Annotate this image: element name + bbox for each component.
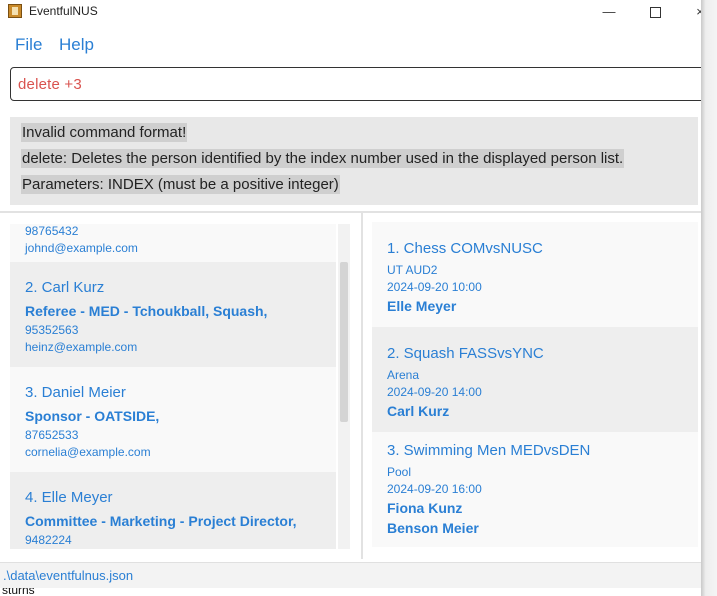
- person-role: Referee - MED - Tchoukball, Squash,: [25, 303, 268, 319]
- event-participant: Benson Meier: [387, 520, 479, 536]
- event-name: 1. Chess COMvsNUSC: [387, 240, 543, 257]
- event-name: 3. Swimming Men MEDvsDEN: [387, 442, 591, 459]
- event-datetime: 2024-09-20 16:00: [387, 482, 482, 496]
- person-list-scrollbar-thumb[interactable]: [340, 262, 348, 422]
- close-button[interactable]: ×: [680, 2, 701, 22]
- person-card[interactable]: 4. Elle Meyer Committee - Marketing - Pr…: [10, 472, 336, 549]
- title-bar: EventfulNUS — ×: [0, 0, 701, 24]
- result-line: Invalid command format!: [21, 123, 188, 142]
- command-input[interactable]: delete +3: [10, 67, 701, 101]
- person-email: cornelia@example.com: [25, 445, 151, 459]
- result-display: Invalid command format! delete: Deletes …: [10, 117, 698, 205]
- event-card[interactable]: 1. Chess COMvsNUSC UT AUD2 2024-09-20 10…: [372, 222, 698, 327]
- event-venue: Pool: [387, 465, 412, 479]
- horizontal-divider: [0, 211, 701, 213]
- window-edge-shadow: [701, 0, 717, 596]
- minimize-button[interactable]: —: [589, 2, 629, 22]
- person-card[interactable]: 2. Carl Kurz Referee - MED - Tchoukball,…: [10, 262, 336, 367]
- window-title: EventfulNUS: [29, 4, 98, 18]
- event-list: 1. Chess COMvsNUSC UT AUD2 2024-09-20 10…: [372, 222, 698, 547]
- event-venue: Arena: [387, 368, 420, 382]
- person-phone: 95352563: [25, 323, 79, 337]
- person-list: 98765432 johnd@example.com 2. Carl Kurz …: [10, 224, 336, 549]
- command-input-value: delete +3: [18, 76, 82, 93]
- person-name: 4. Elle Meyer: [25, 489, 113, 506]
- person-phone: 87652533: [25, 428, 79, 442]
- event-card[interactable]: 3. Swimming Men MEDvsDEN Pool 2024-09-20…: [372, 432, 698, 547]
- event-name: 2. Squash FASSvsYNC: [387, 345, 544, 362]
- result-line: delete: Deletes the person identified by…: [21, 149, 625, 168]
- person-email: johnd@example.com: [25, 241, 138, 255]
- menu-help[interactable]: Help: [59, 35, 94, 55]
- person-card[interactable]: 98765432 johnd@example.com: [10, 224, 336, 262]
- person-role: Committee - Marketing - Project Director…: [25, 513, 297, 529]
- status-bar: .\data\eventfulnus.json: [0, 562, 701, 589]
- person-role: Sponsor - OATSIDE,: [25, 408, 160, 424]
- menu-file[interactable]: File: [15, 35, 42, 55]
- person-phone: 98765432: [25, 224, 79, 238]
- maximize-button[interactable]: [635, 2, 675, 22]
- person-name: 2. Carl Kurz: [25, 279, 105, 296]
- person-card[interactable]: 3. Daniel Meier Sponsor - OATSIDE, 87652…: [10, 367, 336, 472]
- person-phone: 9482224: [25, 533, 72, 547]
- status-file-path: .\data\eventfulnus.json: [3, 568, 134, 583]
- event-participant: Fiona Kunz: [387, 500, 463, 516]
- app-window: EventfulNUS — × File Help delete +3 Inva…: [0, 0, 701, 596]
- event-card[interactable]: 2. Squash FASSvsYNC Arena 2024-09-20 14:…: [372, 327, 698, 432]
- person-email: heinz@example.com: [25, 340, 138, 354]
- event-datetime: 2024-09-20 14:00: [387, 385, 482, 399]
- maximize-icon: [649, 7, 661, 19]
- background-window-peek: sturns: [0, 588, 701, 596]
- event-participant: Elle Meyer: [387, 298, 457, 314]
- event-datetime: 2024-09-20 10:00: [387, 280, 482, 294]
- menu-bar: File Help: [0, 29, 701, 59]
- event-participant: Carl Kurz: [387, 403, 450, 419]
- person-name: 3. Daniel Meier: [25, 384, 126, 401]
- result-line: Parameters: INDEX (must be a positive in…: [21, 175, 340, 194]
- background-text: sturns: [2, 588, 35, 596]
- event-venue: UT AUD2: [387, 263, 438, 277]
- app-icon: [8, 4, 22, 18]
- vertical-divider[interactable]: [361, 213, 363, 559]
